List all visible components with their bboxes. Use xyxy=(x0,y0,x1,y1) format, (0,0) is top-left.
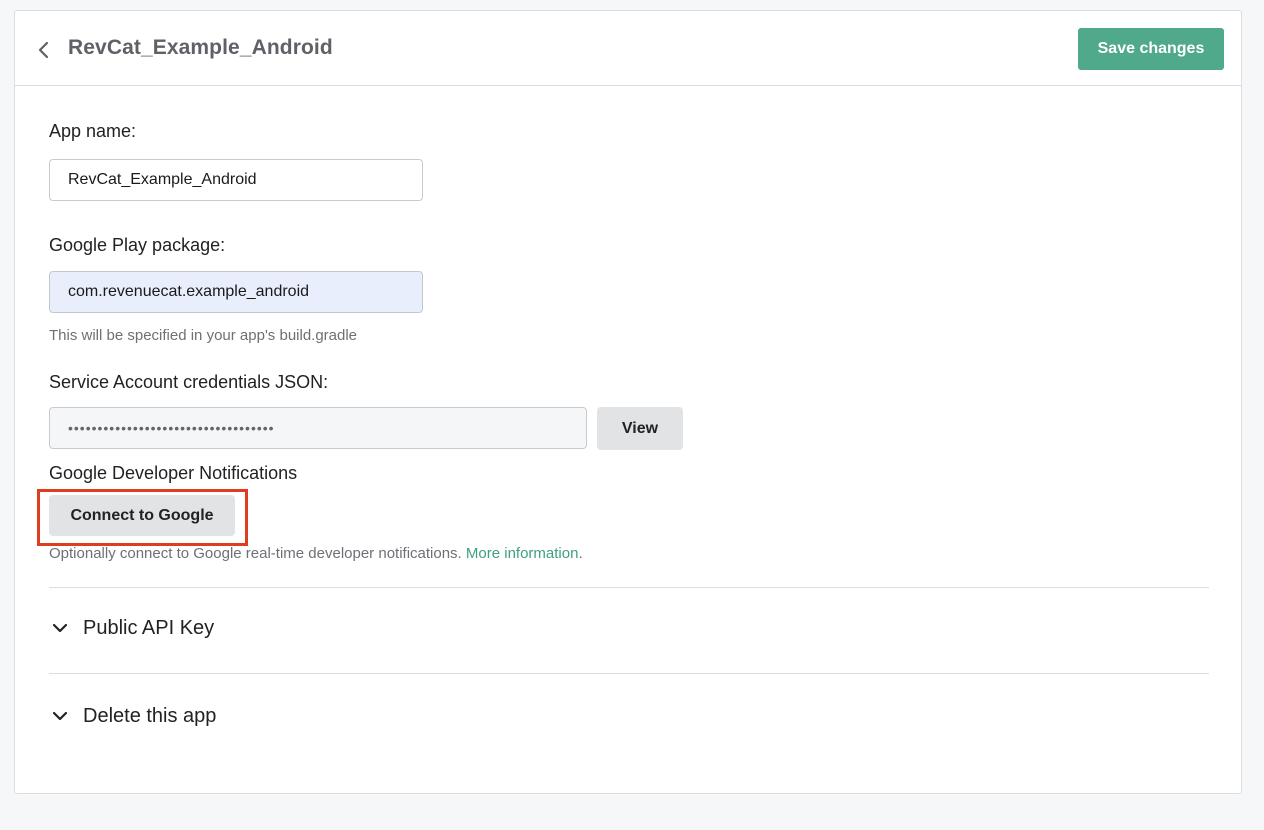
hint-period: . xyxy=(578,545,583,562)
app-settings-card: RevCat_Example_Android Save changes App … xyxy=(14,10,1242,794)
chevron-down-icon xyxy=(51,621,69,639)
view-credentials-button[interactable]: View xyxy=(597,407,683,450)
card-header: RevCat_Example_Android Save changes xyxy=(15,11,1241,86)
public-api-key-label: Public API Key xyxy=(83,617,215,639)
divider xyxy=(49,587,1209,588)
delete-app-section-toggle[interactable]: Delete this app xyxy=(49,697,1209,737)
credentials-input[interactable] xyxy=(49,407,587,449)
connect-to-google-button[interactable]: Connect to Google xyxy=(49,495,235,536)
public-api-key-section-toggle[interactable]: Public API Key xyxy=(49,609,1209,649)
app-name-label: App name: xyxy=(49,121,137,141)
package-label: Google Play package: xyxy=(49,235,226,255)
package-input[interactable] xyxy=(49,271,423,313)
notifications-hint-text: Optionally connect to Google real-time d… xyxy=(49,545,462,562)
page-title: RevCat_Example_Android xyxy=(68,36,333,59)
chevron-down-icon xyxy=(51,709,69,727)
save-changes-button[interactable]: Save changes xyxy=(1078,28,1224,70)
notifications-hint: Optionally connect to Google real-time d… xyxy=(49,545,583,562)
back-chevron-icon[interactable] xyxy=(35,39,53,61)
package-hint: This will be specified in your app's bui… xyxy=(49,327,358,344)
delete-app-label: Delete this app xyxy=(83,705,217,727)
credentials-label: Service Account credentials JSON: xyxy=(49,372,329,392)
divider xyxy=(49,673,1209,674)
app-name-input[interactable] xyxy=(49,159,423,201)
notifications-label: Google Developer Notifications xyxy=(49,463,298,483)
more-information-link[interactable]: More information xyxy=(466,545,579,562)
